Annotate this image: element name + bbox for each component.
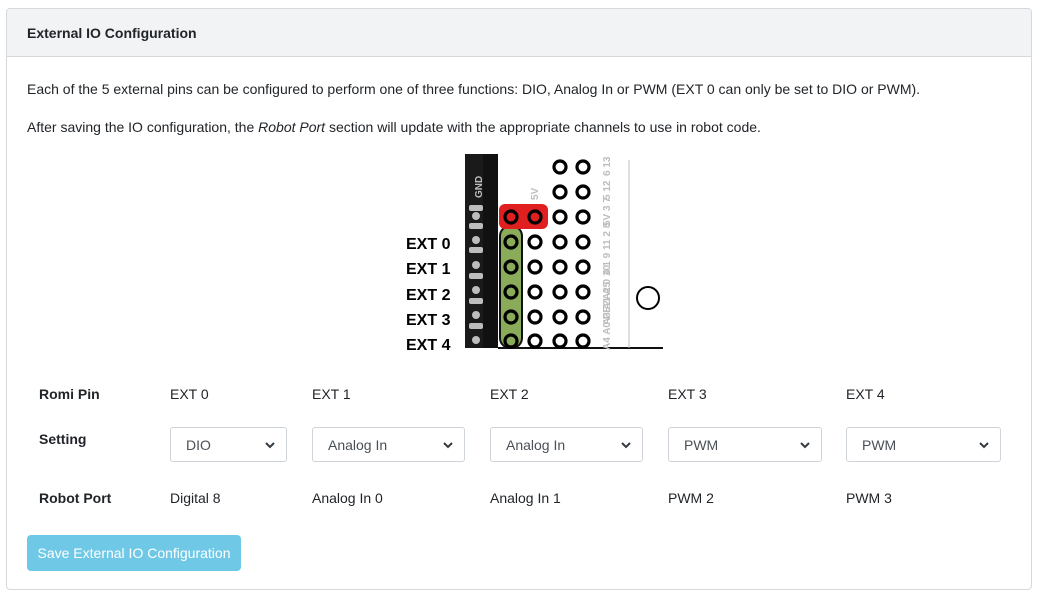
romi-pin-ext1: EXT 1 xyxy=(312,386,351,402)
channel-label-row: 11 2 8 xyxy=(602,222,613,250)
chevron-down-icon xyxy=(979,442,989,449)
romi-pin-ext2: EXT 2 xyxy=(490,386,529,402)
pin xyxy=(575,184,591,200)
pin xyxy=(552,159,568,175)
pin xyxy=(575,259,591,275)
chevron-down-icon xyxy=(621,442,631,449)
ext-3-label: EXT 3 xyxy=(406,312,451,329)
gnd-pin xyxy=(469,223,483,229)
pin xyxy=(527,309,543,325)
ext0-setting-value: DIO xyxy=(186,436,211,453)
pin xyxy=(552,309,568,325)
romi-pin-row-label: Romi Pin xyxy=(39,386,100,402)
gnd-pin xyxy=(472,286,480,294)
pin xyxy=(552,184,568,200)
ext3-setting-value: PWM xyxy=(684,436,719,453)
pin xyxy=(552,209,568,225)
gnd-pin xyxy=(472,236,480,244)
channel-label-row: 5V 3 7 xyxy=(602,197,613,226)
ext2-setting-value: Analog In xyxy=(506,436,566,453)
fivev-label: 5V xyxy=(530,187,541,200)
gnd-pin xyxy=(472,311,480,319)
ext2-setting-select[interactable]: Analog In xyxy=(490,427,643,462)
gnd-pin xyxy=(472,212,480,220)
pin xyxy=(527,259,543,275)
pin xyxy=(575,234,591,250)
gnd-pins xyxy=(469,205,483,344)
pin xyxy=(552,333,568,349)
pin xyxy=(527,234,543,250)
robot-port-ext0: Digital 8 xyxy=(170,490,221,506)
romi-pin-diagram: GND 5V EXT 0 EXT 1 EXT 2 EXT 3 EXT 4 6 1… xyxy=(406,154,663,350)
pin xyxy=(552,234,568,250)
gnd-pin xyxy=(469,205,483,211)
chevron-down-icon xyxy=(443,442,453,449)
channel-label-row: 6 13 xyxy=(602,156,613,176)
card-title: External IO Configuration xyxy=(27,24,197,41)
setting-row-label: Setting xyxy=(39,431,87,447)
channel-label-row: 5 12 xyxy=(602,180,613,200)
card-header: External IO Configuration xyxy=(7,9,1031,57)
ext-1-label: EXT 1 xyxy=(406,261,451,278)
ext3-setting-select[interactable]: PWM xyxy=(668,427,822,462)
pin xyxy=(552,284,568,300)
external-io-card: External IO Configuration Each of the 5 … xyxy=(6,8,1032,590)
ext-0-label: EXT 0 xyxy=(406,236,451,253)
ext-4-label: EXT 4 xyxy=(406,337,451,350)
intro-text-after: section will update with the appropriate… xyxy=(325,119,761,135)
ext1-setting-value: Analog In xyxy=(328,436,388,453)
romi-pin-ext4: EXT 4 xyxy=(846,386,885,402)
mounting-hole xyxy=(636,286,660,310)
ext1-setting-select[interactable]: Analog In xyxy=(312,427,465,462)
gnd-label: GND xyxy=(474,176,485,198)
pin-grid xyxy=(503,159,660,349)
pin xyxy=(575,284,591,300)
robot-port-ext3: PWM 2 xyxy=(668,490,714,506)
robot-port-ext2: Analog In 1 xyxy=(490,490,561,506)
intro-paragraph-2: After saving the IO configuration, the R… xyxy=(27,119,761,135)
intro-text-before: After saving the IO configuration, the xyxy=(27,119,259,135)
pin xyxy=(552,259,568,275)
pin xyxy=(575,333,591,349)
pin xyxy=(575,309,591,325)
pin xyxy=(527,333,543,349)
save-external-io-button[interactable]: Save External IO Configuration xyxy=(27,535,241,571)
gnd-pin xyxy=(469,247,483,253)
ext0-setting-select[interactable]: DIO xyxy=(170,427,287,462)
romi-pin-ext3: EXT 3 xyxy=(668,386,707,402)
robot-port-ext4: PWM 3 xyxy=(846,490,892,506)
ext4-setting-select[interactable]: PWM xyxy=(846,427,1001,462)
ext4-setting-value: PWM xyxy=(862,436,897,453)
romi-pin-ext0: EXT 0 xyxy=(170,386,209,402)
gnd-pin xyxy=(469,273,483,279)
chevron-down-icon xyxy=(265,442,275,449)
pin xyxy=(575,209,591,225)
chevron-down-icon xyxy=(800,442,810,449)
gnd-pin xyxy=(472,336,480,344)
gnd-pin xyxy=(469,298,483,304)
ext-2-label: EXT 2 xyxy=(406,287,451,304)
channel-label-row: A4 A0 PE2 xyxy=(602,300,613,350)
gnd-pin xyxy=(472,261,480,269)
robot-port-ext1: Analog In 0 xyxy=(312,490,383,506)
robot-port-emphasis: Robot Port xyxy=(258,119,326,135)
pin xyxy=(575,159,591,175)
pin xyxy=(527,284,543,300)
robot-port-row-label: Robot Port xyxy=(39,490,112,506)
gnd-pin xyxy=(469,323,483,329)
intro-paragraph-1: Each of the 5 external pins can be confi… xyxy=(27,81,921,97)
